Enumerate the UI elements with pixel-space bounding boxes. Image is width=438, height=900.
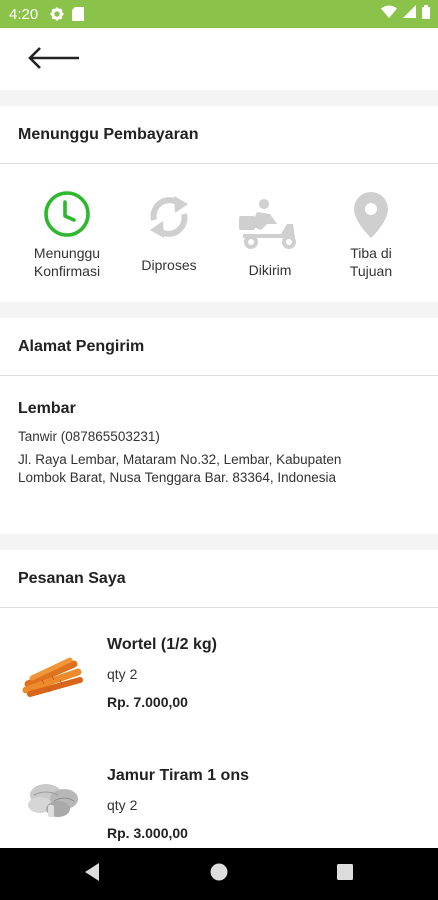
delivery-scooter-icon — [237, 198, 303, 259]
order-item-name: Wortel (1/2 kg) — [107, 636, 217, 653]
oyster-mushroom-image — [22, 775, 86, 823]
step-label: Diproses — [141, 257, 197, 273]
order-item-price: Rp. 7.000,00 — [107, 694, 188, 710]
back-button[interactable] — [22, 40, 86, 80]
address-contact: Tanwir (087865503231) — [18, 429, 160, 444]
clock-icon — [43, 190, 91, 243]
address-name: Lembar — [18, 400, 76, 417]
order-item-price: Rp. 3.000,00 — [107, 825, 188, 841]
step-label: Menunggu Konfirmasi — [33, 245, 101, 279]
nav-recents-button[interactable] — [333, 862, 357, 886]
recents-square-icon — [336, 863, 354, 886]
address-card: Alamat Pengirim Lembar Tanwir (087865503… — [0, 318, 438, 534]
orders-title: Pesanan Saya — [0, 550, 438, 608]
step-label: Tiba di Tujuan — [349, 245, 393, 279]
status-bar: 4:20 — [0, 0, 438, 28]
gear-icon — [50, 7, 64, 21]
battery-icon — [422, 4, 430, 24]
order-status-steps: Menunggu Konfirmasi Diproses Dikirim Tib… — [0, 164, 438, 302]
address-line: Jl. Raya Lembar, Mataram No.32, Lembar, … — [18, 452, 342, 485]
address-title: Alamat Pengirim — [0, 318, 438, 376]
carrot-image — [22, 650, 86, 698]
navigation-bar — [0, 848, 438, 900]
nav-home-button[interactable] — [207, 862, 231, 886]
arrow-left-icon — [27, 46, 81, 74]
nav-back-button[interactable] — [80, 862, 104, 886]
wifi-icon — [381, 5, 397, 23]
order-item-qty: qty 2 — [107, 666, 138, 682]
order-item-name: Jamur Tiram 1 ons — [107, 767, 249, 784]
sd-card-icon — [72, 7, 85, 21]
order-status-card: Menunggu Pembayaran Menunggu Konfirmasi … — [0, 106, 438, 302]
status-time: 4:20 — [9, 5, 39, 23]
order-item-qty: qty 2 — [107, 797, 138, 813]
app-bar — [0, 28, 438, 90]
step-label: Dikirim — [248, 262, 292, 278]
orders-card: Pesanan Saya Wortel (1/2 kg) qty 2 Rp. 7… — [0, 550, 438, 848]
back-triangle-icon — [83, 862, 101, 887]
order-item[interactable]: Wortel (1/2 kg) qty 2 Rp. 7.000,00 — [0, 636, 438, 736]
refresh-icon — [144, 192, 194, 247]
home-circle-icon — [209, 862, 229, 887]
order-status-title: Menunggu Pembayaran — [0, 106, 438, 164]
location-pin-icon — [354, 192, 388, 243]
signal-icon — [403, 5, 416, 23]
